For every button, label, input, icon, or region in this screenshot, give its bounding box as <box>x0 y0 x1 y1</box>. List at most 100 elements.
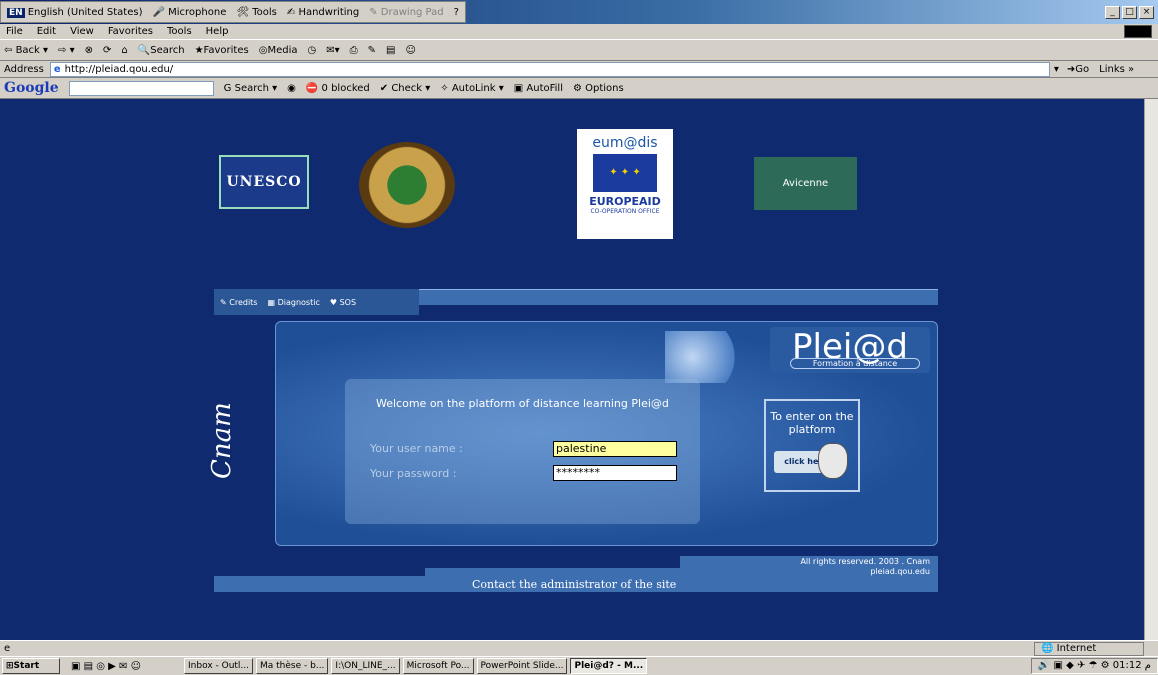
media-label: Media <box>267 44 298 56</box>
menu-edit[interactable]: Edit <box>37 26 56 37</box>
password-input[interactable]: ******** <box>553 465 677 481</box>
google-search-button[interactable]: G Search ▾ <box>224 83 278 94</box>
home-icon[interactable]: ⌂ <box>121 45 127 56</box>
username-input[interactable]: palestine <box>553 441 677 457</box>
clock[interactable]: 01:12 م <box>1113 660 1151 671</box>
check-label: Check <box>391 82 423 94</box>
autofill-label: AutoFill <box>526 82 563 94</box>
credits-link[interactable]: ✎ Credits <box>220 298 257 307</box>
options-button[interactable]: ⚙ Options <box>573 83 624 94</box>
back-button[interactable]: ⇦ Back ▾ <box>4 45 48 56</box>
forward-button[interactable]: ⇨ ▾ <box>58 45 75 56</box>
standard-toolbar: ⇦ Back ▾ ⇨ ▾ ⊗ ⟳ ⌂ 🔍Search ★Favorites ◎M… <box>0 39 1158 61</box>
google-search-label: Search <box>234 82 269 94</box>
welcome-text: Welcome on the platform of distance lear… <box>376 397 669 410</box>
menu-favorites[interactable]: Favorites <box>108 26 153 37</box>
address-input[interactable]: e http://pleiad.qou.edu/ <box>49 61 1050 77</box>
address-label: Address <box>4 63 44 75</box>
contact-admin-link[interactable]: Contact the administrator of the site <box>472 578 676 591</box>
language-selector[interactable]: EN English (United States) <box>7 7 143 18</box>
task-online-folder[interactable]: I:\ON_LINE_... <box>331 658 400 674</box>
help-icon[interactable]: ? <box>454 7 459 18</box>
taskbar: ⊞Start ▣ ▤ ◎ ▶ ✉ ☺ Inbox - Outl... Ma th… <box>0 656 1158 675</box>
menu-bar: File Edit View Favorites Tools Help <box>0 24 1158 39</box>
links-label: Links <box>1099 63 1125 75</box>
sos-label: SOS <box>339 297 357 307</box>
system-tray: 🔊 ▣ ◆ ✈ ☂ ⚙ 01:12 م <box>1030 658 1158 674</box>
unesco-text: UNESCO <box>226 174 302 190</box>
search-button[interactable]: 🔍Search <box>138 45 185 56</box>
copyright-text: All rights reserved. 2003 . Cnam pleiad.… <box>760 557 930 577</box>
mouse-icon <box>818 443 848 479</box>
avicenne-logo[interactable]: Avicenne <box>754 157 857 210</box>
task-powerpoint-slide[interactable]: PowerPoint Slide... <box>476 658 568 674</box>
menu-view[interactable]: View <box>70 26 94 37</box>
stop-icon[interactable]: ⊗ <box>85 45 93 56</box>
pleiad-subtitle: Formation à distance <box>790 358 920 369</box>
search-label: Search <box>150 44 185 56</box>
pleiad-brand: Plei@d Formation à distance <box>770 327 930 373</box>
pagerank-icon[interactable]: ◉ <box>287 83 296 94</box>
favorites-button[interactable]: ★Favorites <box>195 45 249 56</box>
quicklaunch-icons[interactable]: ▣ ▤ ◎ ▶ ✉ ☺ <box>71 661 141 672</box>
page-content: UNESCO eum@dis ✦ ✦ ✦ EUROPEAID CO-OPERAT… <box>0 99 1144 640</box>
sos-link[interactable]: ♥ SOS <box>330 298 356 307</box>
top-nav-bar: ✎ Credits ▦ Diagnostic ♥ SOS <box>214 289 938 315</box>
refresh-icon[interactable]: ⟳ <box>103 45 111 56</box>
menu-tools[interactable]: Tools <box>167 26 192 37</box>
messenger-icon[interactable]: ☺ <box>405 45 415 56</box>
options-label: Options <box>585 82 624 94</box>
windows-logo-icon <box>1124 25 1152 38</box>
credits-label: Credits <box>229 297 258 307</box>
eumedis-text: eum@dis <box>592 135 658 151</box>
drawing-pad-button[interactable]: ✎ Drawing Pad <box>369 7 443 18</box>
task-these[interactable]: Ma thèse - b... <box>256 658 329 674</box>
heads-illustration <box>665 331 757 383</box>
autolink-label: AutoLink <box>451 82 496 94</box>
address-dropdown-icon[interactable]: ▾ <box>1054 64 1059 75</box>
blocked-label: 0 blocked <box>321 82 370 94</box>
google-search-input[interactable] <box>68 80 214 96</box>
task-inbox[interactable]: Inbox - Outl... <box>184 658 254 674</box>
mail-icon[interactable]: ✉▾ <box>326 45 339 56</box>
close-button[interactable]: × <box>1139 5 1154 19</box>
spellcheck-button[interactable]: ✔ Check ▾ <box>380 83 431 94</box>
europeaid-subtext: CO-OPERATION OFFICE <box>590 208 660 215</box>
tools-button[interactable]: 🛠 Tools <box>236 7 277 18</box>
eu-flag-icon: ✦ ✦ ✦ <box>593 154 657 192</box>
autofill-button[interactable]: ▣ AutoFill <box>514 83 563 94</box>
google-logo[interactable]: Google <box>4 80 59 96</box>
print-icon[interactable]: ⎙ <box>350 45 358 56</box>
minimize-button[interactable]: _ <box>1105 5 1120 19</box>
microphone-label: Microphone <box>168 6 227 18</box>
domain-line: pleiad.qou.edu <box>870 567 930 576</box>
vertical-scrollbar[interactable] <box>1144 99 1158 640</box>
unesco-logo[interactable]: UNESCO <box>219 155 309 209</box>
media-button[interactable]: ◎Media <box>259 45 298 56</box>
qou-seal-logo[interactable] <box>359 142 455 228</box>
diagnostic-label: Diagnostic <box>277 297 320 307</box>
tray-icons[interactable]: 🔊 ▣ ◆ ✈ ☂ ⚙ <box>1038 660 1113 671</box>
google-toolbar: Google G Search ▾ ◉ ⛔ 0 blocked ✔ Check … <box>0 78 1158 99</box>
ie-page-icon: e <box>53 63 61 75</box>
maximize-button[interactable]: □ <box>1122 5 1137 19</box>
discuss-icon[interactable]: ▤ <box>386 45 395 56</box>
eumedis-europeaid-logo[interactable]: eum@dis ✦ ✦ ✦ EUROPEAID CO-OPERATION OFF… <box>577 129 673 239</box>
menu-help[interactable]: Help <box>206 26 229 37</box>
popup-blocker-button[interactable]: ⛔ 0 blocked <box>306 83 370 94</box>
history-icon[interactable]: ◷ <box>308 45 317 56</box>
task-pleiad-active[interactable]: Plei@d? - M... <box>570 658 648 674</box>
go-button[interactable]: ➜Go <box>1067 64 1089 75</box>
links-button[interactable]: Links » <box>1099 64 1134 75</box>
start-button[interactable]: ⊞Start <box>2 658 60 674</box>
microphone-button[interactable]: 🎤 Microphone <box>153 7 227 18</box>
menu-file[interactable]: File <box>6 26 23 37</box>
start-label: Start <box>13 661 40 671</box>
edit-icon[interactable]: ✎ <box>368 45 376 56</box>
status-bar: e 🌐 Internet <box>0 640 1158 656</box>
handwriting-button[interactable]: ✍ Handwriting <box>287 7 359 18</box>
task-powerpoint[interactable]: Microsoft Po... <box>402 658 474 674</box>
diagnostic-link[interactable]: ▦ Diagnostic <box>267 298 319 307</box>
autolink-button[interactable]: ✧ AutoLink ▾ <box>440 83 503 94</box>
language-toolbar: EN English (United States) 🎤 Microphone 🛠… <box>0 1 466 23</box>
